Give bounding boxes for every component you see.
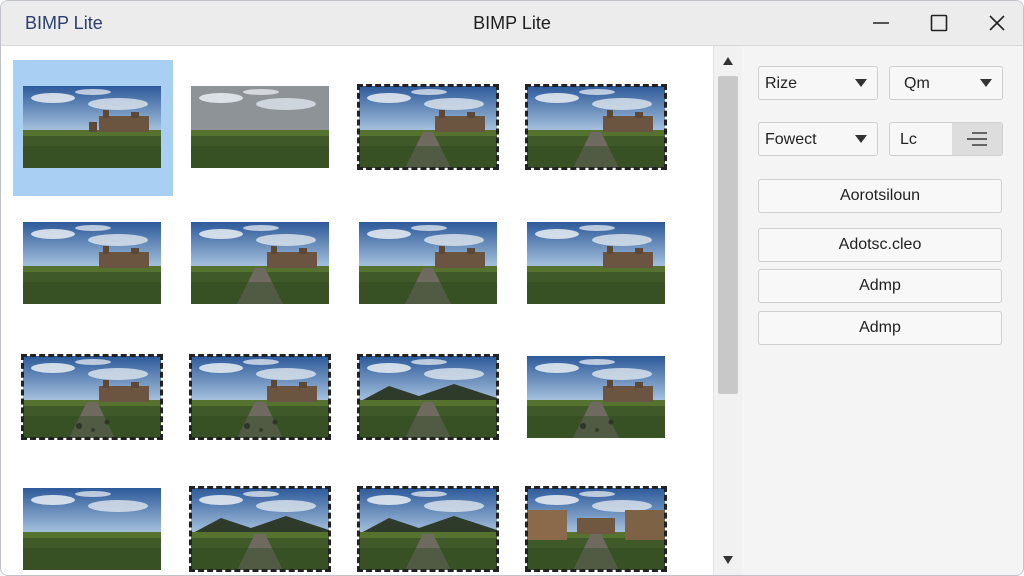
thumbnail-image — [23, 222, 161, 304]
thumbnail[interactable] — [349, 462, 509, 575]
thumbnail-gallery — [1, 46, 713, 575]
thumbnail-image — [191, 86, 329, 168]
maximize-icon — [930, 14, 948, 32]
arrow-down-icon — [723, 556, 733, 564]
thumbnail-image — [21, 354, 163, 440]
app-window: BIMP Lite BIMP Lite Rize Qm Fowect Lc Ao… — [0, 0, 1024, 576]
thumbnail-image — [23, 86, 161, 168]
thumbnail[interactable] — [349, 60, 509, 196]
format-dropdown[interactable]: Qm — [889, 66, 1003, 100]
thumbnail-image — [191, 222, 329, 304]
thumbnail[interactable] — [349, 330, 509, 466]
thumbnail[interactable] — [349, 196, 509, 332]
location-field-text: Lc — [900, 131, 917, 148]
thumbnail-image — [357, 84, 499, 170]
action-button-3[interactable]: Admp — [758, 269, 1002, 303]
thumbnail-selected[interactable] — [13, 60, 173, 196]
arrow-up-icon — [723, 57, 733, 65]
thumbnail[interactable] — [181, 330, 341, 466]
thumbnail[interactable] — [13, 462, 173, 575]
action-button-1[interactable]: Aorotsiloun — [758, 179, 1002, 213]
thumbnail-image — [359, 222, 497, 304]
action-button-2[interactable]: Adotsc.cleo — [758, 228, 1002, 262]
thumbnail-image — [357, 486, 499, 572]
thumbnail-image — [189, 354, 331, 440]
thumbnail[interactable] — [517, 330, 677, 466]
thumbnail[interactable] — [517, 196, 677, 332]
scroll-up-button[interactable] — [714, 48, 742, 74]
format-dropdown-label: Qm — [904, 75, 930, 92]
thumbnail-image — [527, 356, 665, 438]
thumbnail-image — [527, 222, 665, 304]
scroll-thumb[interactable] — [718, 76, 738, 394]
location-field[interactable]: Lc — [889, 122, 1003, 156]
preset-dropdown-label: Fowect — [765, 131, 817, 148]
thumbnail[interactable] — [517, 60, 677, 196]
gallery-scrollbar[interactable] — [713, 46, 742, 575]
thumbnail[interactable] — [181, 60, 341, 196]
thumbnail[interactable] — [181, 462, 341, 575]
thumbnail[interactable] — [13, 330, 173, 466]
thumbnail-image — [525, 486, 667, 572]
title-bar: BIMP Lite BIMP Lite — [1, 1, 1023, 46]
preset-dropdown[interactable]: Fowect — [758, 122, 878, 156]
options-panel: Rize Qm Fowect Lc Aorotsiloun Adotsc.cle… — [742, 46, 1023, 575]
thumbnail-image — [525, 84, 667, 170]
menu-lines-icon — [967, 132, 987, 146]
thumbnail[interactable] — [181, 196, 341, 332]
close-button[interactable] — [969, 1, 1023, 45]
list-menu-button[interactable] — [952, 123, 1002, 155]
thumbnail[interactable] — [13, 196, 173, 332]
maximize-button[interactable] — [911, 1, 967, 45]
close-icon — [989, 15, 1005, 31]
minimize-icon — [873, 22, 889, 24]
scroll-down-button[interactable] — [714, 547, 742, 573]
thumbnail-image — [189, 486, 331, 572]
minimize-button[interactable] — [853, 1, 909, 45]
action-button-4[interactable]: Admp — [758, 311, 1002, 345]
chevron-down-icon — [855, 79, 867, 87]
size-dropdown[interactable]: Rize — [758, 66, 878, 100]
thumbnail[interactable] — [517, 462, 677, 575]
chevron-down-icon — [855, 135, 867, 143]
chevron-down-icon — [980, 79, 992, 87]
size-dropdown-label: Rize — [765, 75, 798, 92]
thumbnail-image — [23, 488, 161, 570]
thumbnail-image — [357, 354, 499, 440]
